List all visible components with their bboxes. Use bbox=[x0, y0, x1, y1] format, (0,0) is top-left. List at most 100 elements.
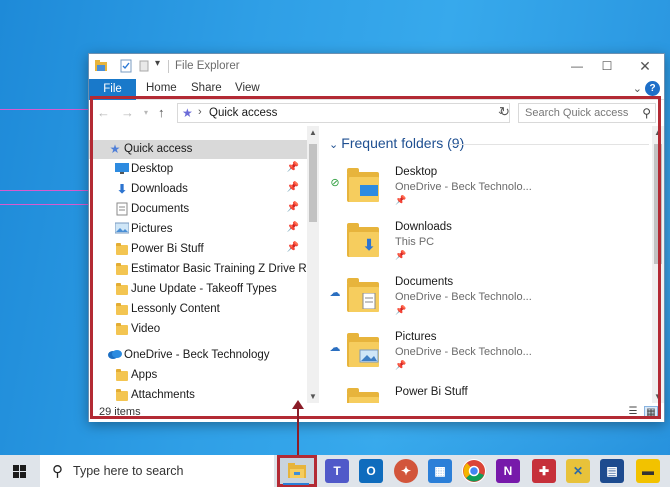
nav-item-label: OneDrive - Beck Technology bbox=[124, 349, 270, 361]
up-arrow-icon[interactable]: ↑ bbox=[158, 105, 165, 120]
search-placeholder: Search Quick access bbox=[525, 107, 629, 119]
large-icons-view-icon[interactable]: ▦ bbox=[644, 406, 658, 418]
maximize-button[interactable]: ☐ bbox=[592, 57, 622, 75]
app-compass-icon[interactable]: ✦ bbox=[394, 459, 418, 483]
nav-item-downloads[interactable]: ⬇ Downloads 📌 bbox=[89, 180, 307, 199]
forward-arrow-icon[interactable]: → bbox=[121, 105, 134, 120]
folder-item-power-bi-stuff[interactable]: Power Bi Stuff bbox=[321, 380, 652, 403]
store-icon[interactable]: ▦ bbox=[428, 459, 452, 483]
help-button[interactable]: ? bbox=[645, 81, 660, 96]
address-box[interactable]: ★ › Quick access ⌄ bbox=[177, 103, 510, 123]
title-bar[interactable]: ▾ File Explorer — ☐ ✕ bbox=[89, 54, 664, 79]
sticky-notes-icon[interactable]: ▬ bbox=[636, 459, 660, 483]
nav-item-label: Pictures bbox=[131, 223, 173, 235]
refresh-icon[interactable]: ↻ bbox=[499, 104, 510, 120]
search-icon[interactable]: ⚲ bbox=[642, 106, 651, 120]
start-button[interactable] bbox=[0, 455, 40, 487]
nav-item-pictures[interactable]: Pictures 📌 bbox=[89, 220, 307, 239]
pin-icon[interactable]: 📌 bbox=[287, 242, 299, 253]
back-arrow-icon[interactable]: ← bbox=[97, 105, 110, 120]
pin-icon[interactable]: 📌 bbox=[287, 222, 299, 233]
content-pane[interactable]: ⌄ Frequent folders (9) ⊘ Desktop OneDriv… bbox=[321, 126, 652, 403]
nav-item-desktop[interactable]: Desktop 📌 bbox=[89, 160, 307, 179]
folder-icon bbox=[116, 323, 128, 335]
group-divider bbox=[449, 144, 649, 145]
minimize-button[interactable]: — bbox=[562, 57, 592, 75]
app-grid-icon[interactable]: ▤ bbox=[600, 459, 624, 483]
nav-item-onedrive[interactable]: OneDrive - Beck Technology bbox=[89, 346, 307, 365]
pin-icon[interactable]: 📌 bbox=[287, 182, 299, 193]
chrome-icon[interactable] bbox=[462, 459, 486, 483]
collapse-chevron-icon[interactable]: ⌄ bbox=[329, 139, 341, 151]
folder-item-desktop[interactable]: ⊘ Desktop OneDrive - Beck Technolo... 📌 bbox=[321, 160, 652, 214]
nav-item-attachments[interactable]: Attachments bbox=[89, 386, 307, 403]
folder-location: OneDrive - Beck Technolo... bbox=[395, 181, 532, 193]
quick-access-toolbar-dropdown-icon[interactable]: ▾ bbox=[155, 58, 160, 72]
scrollbar-thumb[interactable] bbox=[309, 144, 317, 222]
folder-item-documents[interactable]: ☁ Documents OneDrive - Beck Technolo... … bbox=[321, 270, 652, 324]
close-button[interactable]: ✕ bbox=[630, 57, 660, 75]
outlook-icon[interactable]: O bbox=[359, 459, 383, 483]
content-scrollbar[interactable]: ▲ ▼ bbox=[652, 126, 664, 403]
nav-item-june-update[interactable]: June Update - Takeoff Types bbox=[89, 280, 307, 299]
nav-item-power-bi-stuff[interactable]: Power Bi Stuff 📌 bbox=[89, 240, 307, 259]
tab-file[interactable]: File bbox=[89, 79, 136, 100]
pin-icon[interactable]: 📌 bbox=[287, 162, 299, 173]
taskbar-search-box[interactable]: ⚲ Type here to search bbox=[40, 455, 274, 487]
details-view-icon[interactable]: ☰ bbox=[626, 406, 640, 418]
scrollbar-thumb[interactable] bbox=[654, 144, 662, 264]
nav-item-apps[interactable]: Apps bbox=[89, 366, 307, 385]
nav-item-label: Video bbox=[131, 323, 161, 335]
nav-item-documents[interactable]: Documents 📌 bbox=[89, 200, 307, 219]
file-explorer-icon bbox=[95, 60, 107, 71]
expand-ribbon-chevron-icon[interactable]: ⌄ bbox=[633, 82, 642, 95]
properties-icon[interactable] bbox=[119, 59, 133, 73]
onenote-icon[interactable]: N bbox=[496, 459, 520, 483]
download-icon: ⬇ bbox=[362, 237, 376, 254]
pin-icon: 📌 bbox=[395, 360, 407, 370]
scroll-up-icon[interactable]: ▲ bbox=[309, 128, 317, 137]
nav-item-video[interactable]: Video bbox=[89, 320, 307, 339]
nav-item-label: Quick access bbox=[124, 143, 193, 155]
app-cross-icon[interactable]: ✚ bbox=[532, 459, 556, 483]
folder-name: Downloads bbox=[395, 221, 452, 233]
desktop-artifact-line bbox=[0, 190, 92, 191]
nav-item-quick-access[interactable]: ★ Quick access bbox=[89, 140, 307, 159]
folder-name: Pictures bbox=[395, 331, 437, 343]
nav-item-label: Apps bbox=[131, 369, 158, 381]
recent-locations-chevron-icon[interactable]: ▾ bbox=[144, 108, 148, 117]
tab-view[interactable]: View bbox=[235, 82, 260, 94]
scroll-up-icon[interactable]: ▲ bbox=[654, 128, 662, 137]
active-app-indicator bbox=[283, 483, 309, 485]
nav-item-estimator-training[interactable]: Estimator Basic Training Z Drive Revisio… bbox=[89, 260, 319, 279]
tab-share[interactable]: Share bbox=[191, 82, 222, 94]
pin-icon[interactable]: 📌 bbox=[287, 202, 299, 213]
tab-home[interactable]: Home bbox=[146, 82, 177, 94]
folder-item-pictures[interactable]: ☁ Pictures OneDrive - Beck Technolo... 📌 bbox=[321, 325, 652, 379]
folder-icon bbox=[116, 303, 128, 315]
ribbon-tabs: File Home Share View ⌄ ? bbox=[89, 79, 664, 100]
teams-icon[interactable]: T bbox=[325, 459, 349, 483]
nav-item-label: Power Bi Stuff bbox=[131, 243, 204, 255]
search-box[interactable]: Search Quick access ⚲ bbox=[518, 103, 656, 123]
new-folder-icon[interactable] bbox=[138, 59, 150, 73]
scroll-down-icon[interactable]: ▼ bbox=[654, 392, 662, 401]
file-explorer-window: ▾ File Explorer — ☐ ✕ File Home Share Vi… bbox=[88, 53, 665, 422]
breadcrumb-quick-access[interactable]: Quick access bbox=[209, 107, 277, 119]
folder-location: OneDrive - Beck Technolo... bbox=[395, 291, 532, 303]
navigation-scrollbar[interactable]: ▲ ▼ bbox=[307, 126, 319, 403]
navigation-pane[interactable]: ★ Quick access Desktop 📌 ⬇ Downloads 📌 D… bbox=[89, 126, 319, 403]
folder-icon bbox=[347, 278, 379, 312]
frequent-folders-header[interactable]: ⌄ Frequent folders (9) bbox=[329, 135, 464, 151]
breadcrumb-chevron-icon[interactable]: › bbox=[198, 106, 202, 118]
synced-check-icon: ⊘ bbox=[330, 177, 340, 189]
group-header-label: Frequent folders (9) bbox=[341, 135, 465, 151]
desktop-icon bbox=[115, 162, 129, 176]
item-count: 29 items bbox=[99, 406, 141, 418]
app-puzzle-icon[interactable]: ✕ bbox=[566, 459, 590, 483]
folder-icon: ⬇ bbox=[347, 223, 379, 257]
pictures-icon bbox=[114, 222, 130, 236]
scroll-down-icon[interactable]: ▼ bbox=[309, 392, 317, 401]
nav-item-lessonly-content[interactable]: Lessonly Content bbox=[89, 300, 307, 319]
folder-item-downloads[interactable]: ⬇ Downloads This PC 📌 bbox=[321, 215, 652, 269]
